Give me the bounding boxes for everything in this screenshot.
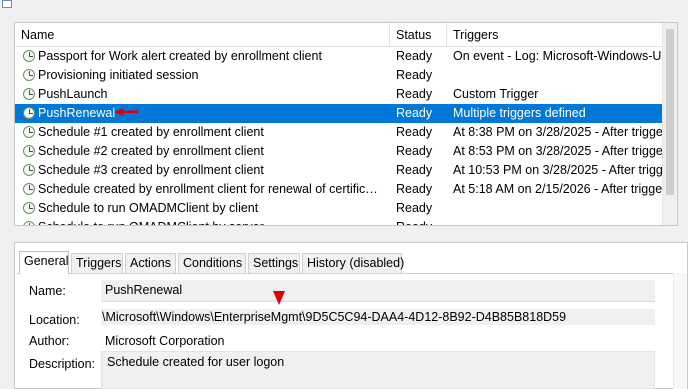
task-status: Ready	[396, 125, 433, 139]
task-triggers: On event - Log: Microsoft-Windows-Us	[453, 49, 663, 63]
task-name: Provisioning initiated session	[38, 68, 199, 82]
task-status: Ready	[396, 49, 433, 63]
task-status: Ready	[396, 87, 433, 101]
red-arrow-annotation	[114, 108, 138, 116]
task-row[interactable]: Schedule created by enrollment client fo…	[15, 180, 663, 199]
clock-icon	[23, 164, 35, 176]
task-triggers: At 10:53 PM on 3/28/2025 - After trigger	[453, 163, 663, 177]
detail-pane: General Triggers Actions Conditions Sett…	[14, 242, 688, 389]
location-label: Location:	[29, 313, 80, 327]
task-name: Schedule #3 created by enrollment client	[38, 163, 264, 177]
description-value: Schedule created for user logon	[107, 355, 285, 369]
name-field[interactable]: PushRenewal	[101, 280, 655, 302]
task-name: PushLaunch	[38, 87, 108, 101]
description-label: Description:	[29, 357, 95, 371]
task-status: Ready	[396, 201, 433, 215]
window-icon	[2, 0, 12, 8]
task-row[interactable]: Schedule #3 created by enrollment client…	[15, 161, 663, 180]
task-status: Ready	[396, 106, 433, 120]
task-triggers: At 5:18 AM on 2/15/2026 - After triggere	[453, 182, 663, 196]
tab-actions[interactable]: Actions	[125, 253, 176, 273]
task-name: Schedule created by enrollment client fo…	[38, 182, 382, 196]
task-row[interactable]: Schedule #2 created by enrollment client…	[15, 142, 663, 161]
tab-divider	[17, 273, 687, 274]
task-name: PushRenewal	[38, 106, 116, 120]
task-row[interactable]: Provisioning initiated session Ready	[15, 66, 663, 85]
task-status: Ready	[396, 218, 446, 225]
task-row[interactable]: Passport for Work alert created by enrol…	[15, 47, 663, 66]
task-status: Ready	[396, 144, 433, 158]
task-status: Ready	[396, 68, 433, 82]
task-name: Schedule to run OMADMClient by server	[38, 218, 382, 225]
tab-conditions[interactable]: Conditions	[178, 253, 246, 273]
author-label: Author:	[29, 334, 70, 348]
top-strip	[0, 0, 688, 18]
column-header-name[interactable]: Name	[15, 23, 390, 47]
task-name: Passport for Work alert created by enrol…	[38, 49, 322, 63]
column-header-triggers[interactable]: Triggers	[447, 23, 663, 47]
clock-icon	[23, 69, 35, 81]
location-value[interactable]: \Microsoft\Windows\EnterpriseMgmt\9D5C5C…	[102, 310, 566, 324]
task-row[interactable]: Schedule to run OMADMClient by server Rea…	[15, 218, 663, 225]
clock-icon	[23, 145, 35, 157]
clock-icon	[23, 50, 35, 62]
clock-icon	[23, 183, 35, 195]
task-row[interactable]: PushRenewal Ready Multiple triggers define…	[15, 104, 663, 123]
clock-icon	[23, 126, 35, 138]
task-triggers: At 8:38 PM on 3/28/2025 - After triggere	[453, 125, 663, 139]
clock-icon	[23, 88, 35, 100]
task-row[interactable]: Schedule #1 created by enrollment client…	[15, 123, 663, 142]
task-name: Schedule #2 created by enrollment client	[38, 144, 264, 158]
tab-settings[interactable]: Settings	[248, 253, 300, 273]
clock-icon	[23, 202, 35, 214]
task-status: Ready	[396, 163, 433, 177]
clock-icon	[23, 107, 35, 119]
task-list[interactable]: Name Status Triggers Passport for Work a…	[14, 22, 678, 226]
vertical-scrollbar[interactable]	[662, 23, 677, 225]
task-triggers: At 8:53 PM on 3/28/2025 - After triggere	[453, 144, 663, 158]
task-row[interactable]: PushLaunch Ready Custom Trigger	[15, 85, 663, 104]
clock-icon	[23, 221, 35, 225]
task-triggers: Custom Trigger	[453, 87, 539, 101]
list-header: Name Status Triggers	[15, 23, 663, 47]
pane-splitter[interactable]	[14, 230, 678, 240]
task-name: Schedule #1 created by enrollment client	[38, 125, 264, 139]
author-value[interactable]: Microsoft Corporation	[105, 334, 225, 348]
column-header-status[interactable]: Status	[390, 23, 447, 47]
tab-triggers[interactable]: Triggers	[71, 253, 123, 273]
task-status: Ready	[396, 182, 433, 196]
detail-scrollbar[interactable]	[673, 273, 687, 389]
tab-history[interactable]: History (disabled)	[302, 253, 404, 273]
scrollbar-thumb[interactable]	[666, 29, 674, 195]
task-triggers	[453, 218, 663, 225]
task-row[interactable]: Schedule to run OMADMClient by client Rea…	[15, 199, 663, 218]
task-triggers	[453, 199, 663, 218]
name-label: Name:	[29, 284, 66, 298]
task-triggers: Multiple triggers defined	[453, 106, 586, 120]
tab-general[interactable]: General	[19, 251, 69, 274]
task-name: Schedule to run OMADMClient by client	[38, 201, 259, 215]
task-rows: Passport for Work alert created by enrol…	[15, 47, 663, 225]
red-arrowhead-annotation	[273, 291, 285, 305]
task-triggers	[453, 66, 663, 85]
